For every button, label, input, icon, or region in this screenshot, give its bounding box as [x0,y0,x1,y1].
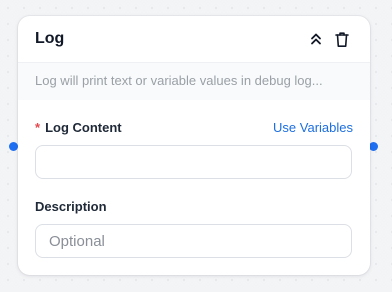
log-content-input[interactable] [35,145,352,179]
use-variables-link[interactable]: Use Variables [273,120,353,136]
trash-icon[interactable] [332,29,352,49]
chevrons-up-icon[interactable] [306,29,326,49]
log-content-label: * Log Content [35,120,122,136]
required-asterisk: * [35,120,41,135]
node-header: Log [18,16,370,62]
input-port-handle[interactable] [9,142,18,151]
node-description: Log will print text or variable values i… [18,62,370,100]
description-input[interactable] [35,224,352,258]
description-label: Description [35,199,107,214]
log-node-card[interactable]: Log Log will print text or variable valu… [18,16,370,275]
log-content-label-text: Log Content [45,120,122,135]
node-title: Log [35,30,65,47]
output-port-handle[interactable] [369,142,378,151]
